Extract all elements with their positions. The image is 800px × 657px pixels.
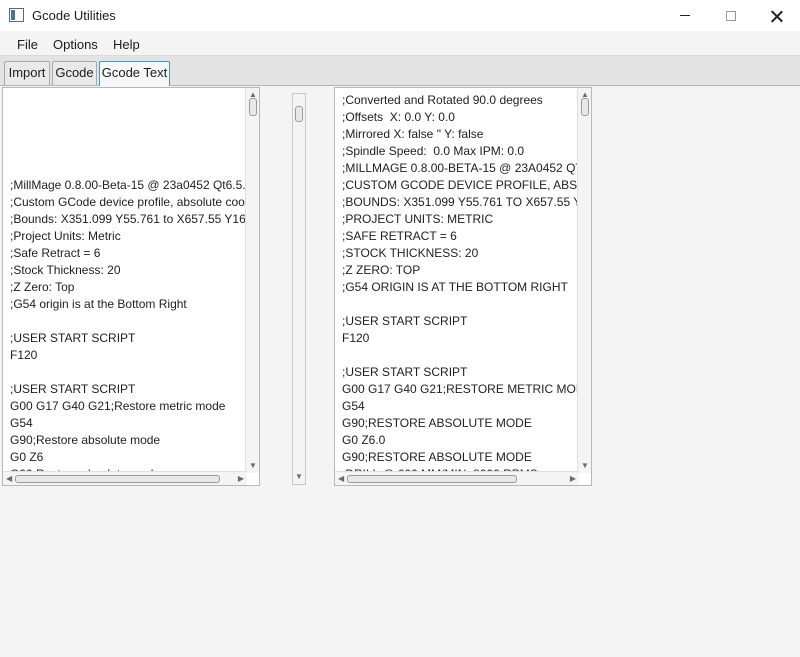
gcode-line: ;Stock Thickness: 20 (10, 263, 121, 277)
gcode-line: ;USER START SCRIPT (342, 365, 468, 379)
maximize-icon (726, 10, 736, 21)
minimize-icon (680, 15, 690, 16)
title-bar: Gcode Utilities (0, 0, 800, 31)
maximize-button[interactable] (708, 0, 754, 31)
gcode-line: G90;RESTORE ABSOLUTE MODE (342, 450, 532, 464)
gcode-line (10, 313, 259, 330)
original-gcode-text-area[interactable]: ;MillMage 0.8.00-Beta-15 @ 23a0452 Qt6.5… (2, 87, 260, 486)
gcode-line: ;STOCK THICKNESS: 20 (342, 246, 479, 260)
menu-bar: File Options Help (0, 31, 800, 56)
gcode-line (342, 347, 591, 364)
gcode-line: ;Z ZERO: TOP (342, 263, 421, 277)
gcode-line: ;Spindle Speed: 0.0 Max IPM: 0.0 (342, 144, 525, 158)
gcode-line: ;USER START SCRIPT (10, 382, 136, 396)
gcode-line: ;BOUNDS: X351.099 Y55.761 TO X657.55 Y16 (342, 195, 592, 209)
gcode-line: G00 G17 G40 G21;Restore metric mode (10, 399, 226, 413)
window-title: Gcode Utilities (32, 8, 116, 23)
menu-help[interactable]: Help (113, 37, 140, 52)
gcode-line: ;SAFE RETRACT = 6 (342, 229, 457, 243)
right-vertical-thumb[interactable] (581, 98, 589, 116)
tab-import[interactable]: Import (4, 61, 50, 85)
gcode-line: ;Bounds: X351.099 Y55.761 to X657.55 Y16… (10, 212, 260, 226)
gcode-line: G0 Z6.0 (342, 433, 386, 447)
scroll-left-icon[interactable]: ◀ (6, 474, 12, 484)
gcode-line: G0 Z6 (10, 450, 44, 464)
gcode-line: ;Converted and Rotated 90.0 degrees (342, 93, 543, 107)
gcode-line: F120 (342, 331, 370, 345)
scroll-down-icon[interactable]: ▼ (249, 461, 257, 471)
gcode-line: ;Custom GCode device profile, absolute c… (10, 195, 249, 209)
gcode-line: ;CUSTOM GCODE DEVICE PROFILE, ABSOLUT (342, 178, 592, 192)
gcode-line (10, 160, 259, 177)
gcode-line: ;Mirrored X: false " Y: false (342, 127, 484, 141)
gcode-line: ;G54 ORIGIN IS AT THE BOTTOM RIGHT (342, 280, 568, 294)
gcode-line (10, 364, 259, 381)
gcode-line: G54 (10, 416, 33, 430)
scroll-right-icon[interactable]: ▶ (238, 474, 244, 484)
tab-gcode[interactable]: Gcode (52, 61, 97, 85)
middle-vertical-thumb[interactable] (295, 106, 303, 122)
left-horizontal-scrollbar[interactable]: ◀ ▶ (3, 471, 247, 485)
gcode-line: ;USER START SCRIPT (342, 314, 468, 328)
right-vertical-scrollbar[interactable]: ▲ ▼ (577, 88, 591, 473)
gcode-line: ;MillMage 0.8.00-Beta-15 @ 23a0452 Qt6.5… (10, 178, 253, 192)
middle-vertical-scrollbar[interactable]: ▼ (292, 93, 306, 485)
gcode-line: F120 (10, 348, 38, 362)
gcode-line: ;Offsets X: 0.0 Y: 0.0 (342, 110, 455, 124)
gcode-line: ;Project Units: Metric (10, 229, 121, 243)
menu-file[interactable]: File (17, 37, 38, 52)
gcode-line: ;Safe Retract = 6 (10, 246, 101, 260)
scroll-left-icon[interactable]: ◀ (338, 474, 344, 484)
gcode-line: G90;Restore absolute mode (10, 433, 161, 447)
gcode-line: ;Z Zero: Top (10, 280, 75, 294)
gcode-line: G54 (342, 399, 365, 413)
gcode-line: ;PROJECT UNITS: METRIC (342, 212, 494, 226)
app-icon (9, 8, 24, 22)
original-gcode-lines: ;MillMage 0.8.00-Beta-15 @ 23a0452 Qt6.5… (10, 92, 260, 485)
scroll-down-icon[interactable]: ▼ (581, 461, 589, 471)
gcode-line: ;G54 origin is at the Bottom Right (10, 297, 187, 311)
menu-options[interactable]: Options (53, 37, 98, 52)
gcode-line: G00 G17 G40 G21;RESTORE METRIC MODE (342, 382, 592, 396)
gcode-line: ;MILLMAGE 0.8.00-BETA-15 @ 23A0452 QT6. (342, 161, 592, 175)
converted-gcode-text-area[interactable]: ;Converted and Rotated 90.0 degrees ;Offs… (334, 87, 592, 486)
gcode-line (10, 92, 259, 109)
right-horizontal-thumb[interactable] (347, 475, 517, 483)
scroll-right-icon[interactable]: ▶ (570, 474, 576, 484)
left-horizontal-thumb[interactable] (15, 475, 220, 483)
left-vertical-thumb[interactable] (249, 98, 257, 116)
left-vertical-scrollbar[interactable]: ▲ ▼ (245, 88, 259, 473)
gcode-line: G90;RESTORE ABSOLUTE MODE (342, 416, 532, 430)
minimize-button[interactable] (662, 0, 708, 31)
gcode-line: ;USER START SCRIPT (10, 331, 136, 345)
gcode-line (342, 296, 591, 313)
close-icon (771, 10, 783, 22)
converted-gcode-lines: ;Converted and Rotated 90.0 degrees ;Offs… (342, 92, 592, 483)
tab-strip: Import Gcode Gcode Text (0, 56, 800, 86)
right-horizontal-scrollbar[interactable]: ◀ ▶ (335, 471, 579, 485)
tab-gcode-text[interactable]: Gcode Text (99, 61, 170, 86)
close-button[interactable] (754, 0, 800, 31)
gcode-line (10, 143, 259, 160)
gcode-line (10, 126, 259, 143)
gcode-line (10, 109, 259, 126)
scroll-down-icon[interactable]: ▼ (295, 472, 303, 482)
